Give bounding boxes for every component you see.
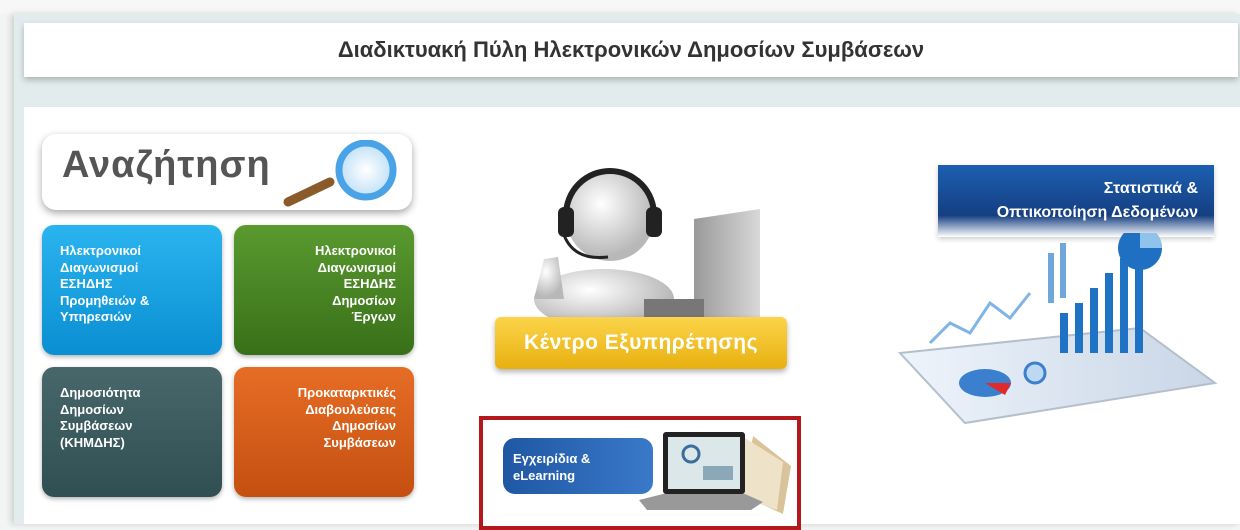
page-header: Διαδικτυακή Πύλη Ηλεκτρονικών Δημοσίων Σ… [24, 23, 1238, 77]
tile-preliminary-consultations[interactable]: Προκαταρκτικές Διαβουλεύσεις Δημοσίων Συ… [234, 367, 414, 497]
magnifier-icon [283, 140, 397, 207]
manuals-highlight-frame: Εγχειρίδια & eLearning [479, 416, 801, 530]
search-banner[interactable]: Αναζήτηση [42, 134, 412, 210]
tile-public-works[interactable]: Ηλεκτρονικοί Διαγωνισμοί ΕΣΗΔΗΣ Δημοσίων… [234, 225, 414, 355]
manuals-button[interactable]: Εγχειρίδια & eLearning [503, 438, 653, 494]
tile-label: Προκαταρκτικές Διαβουλεύσεις Δημοσίων Συ… [297, 385, 396, 450]
laptop-book-icon [639, 432, 791, 514]
helpdesk-button[interactable]: Κέντρο Εξυπηρέτησης [495, 317, 787, 369]
tile-label: Ηλεκτρονικοί Διαγωνισμοί ΕΣΗΔΗΣ Δημοσίων… [314, 243, 396, 324]
top-strip [0, 0, 1240, 14]
search-label: Αναζήτηση [62, 144, 271, 186]
tile-publicity-kimdis[interactable]: Δημοσιότητα Δημοσίων Συμβάσεων (ΚΗΜΔΗΣ) [42, 367, 222, 497]
tile-label: Ηλεκτρονικοί Διαγωνισμοί ΕΣΗΔΗΣ Προμηθει… [60, 243, 150, 324]
statistics-button[interactable]: Στατιστικά & Οπτικοποίηση Δεδομένων [938, 165, 1214, 237]
headset-person-icon [534, 168, 760, 324]
tablet-chart-icon [897, 233, 1218, 425]
portal-frame: Διαδικτυακή Πύλη Ηλεκτρονικών Δημοσίων Σ… [14, 14, 1240, 530]
tile-label: Δημοσιότητα Δημοσίων Συμβάσεων (ΚΗΜΔΗΣ) [60, 385, 141, 450]
tile-supplies-services[interactable]: Ηλεκτρονικοί Διαγωνισμοί ΕΣΗΔΗΣ Προμηθει… [42, 225, 222, 355]
portal-content: Αναζήτηση Ηλεκτρονικοί Διαγωνισμοί ΕΣΗΔΗ… [24, 107, 1240, 530]
page-title: Διαδικτυακή Πύλη Ηλεκτρονικών Δημοσίων Σ… [337, 37, 925, 62]
